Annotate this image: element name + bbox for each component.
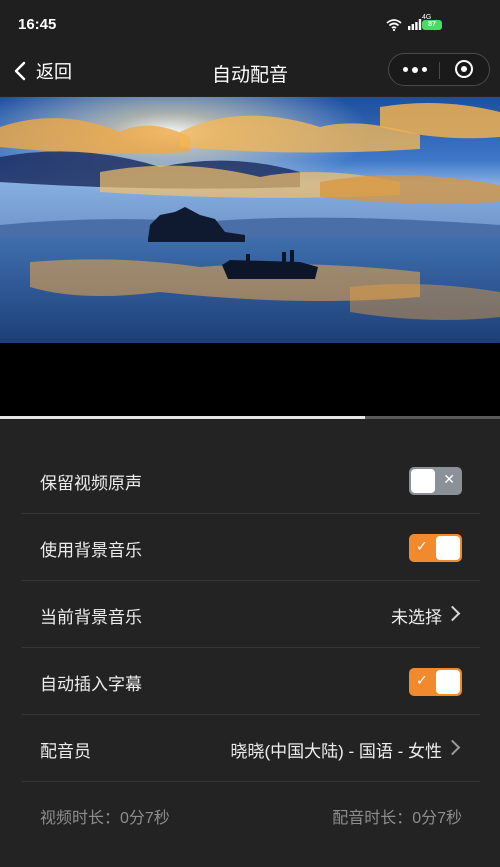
video-duration: 视频时长：0分7秒	[40, 810, 170, 827]
toggle-knob	[436, 670, 460, 694]
keep-original-audio-row: 保留视频原声 ✕	[22, 447, 480, 514]
voice-actor-row[interactable]: 配音员 晓晓(中国大陆) - 国语 - 女性	[22, 715, 480, 782]
mini-program-capsule	[388, 53, 490, 86]
toggle-knob	[411, 469, 435, 493]
dub-duration: 配音时长：0分7秒	[332, 810, 462, 827]
more-button[interactable]	[389, 54, 439, 85]
auto-subtitle-row: 自动插入字幕 ✓	[22, 648, 480, 715]
chevron-right-icon	[444, 605, 461, 622]
settings-list: 保留视频原声 ✕ 使用背景音乐 ✓ 当前背景音乐 未选择 自动插入字幕 ✓ 配音…	[22, 447, 480, 782]
video-frame	[0, 97, 500, 343]
video-progress-bar[interactable]	[0, 416, 500, 419]
close-mini-program-button[interactable]	[440, 54, 489, 85]
status-bar: 16:45 4G 87	[0, 0, 500, 48]
keep-original-audio-label: 保留视频原声	[40, 474, 142, 493]
current-music-row[interactable]: 当前背景音乐 未选择	[22, 581, 480, 648]
target-icon	[455, 60, 473, 78]
battery-icon: 87	[422, 20, 442, 30]
more-dots-icon	[403, 66, 427, 73]
chevron-right-icon	[444, 739, 461, 756]
voice-actor-label: 配音员	[40, 742, 91, 761]
video-player[interactable]	[0, 97, 500, 417]
checkmark-icon: ✓	[416, 672, 428, 688]
wifi-icon	[386, 18, 402, 32]
background-music-row: 使用背景音乐 ✓	[22, 514, 480, 581]
auto-subtitle-toggle[interactable]: ✓	[409, 668, 462, 696]
current-music-value: 未选择	[391, 608, 442, 627]
background-music-label: 使用背景音乐	[40, 541, 142, 560]
toggle-knob	[436, 536, 460, 560]
video-progress-fill	[0, 416, 365, 419]
checkmark-icon: ✓	[416, 538, 428, 554]
current-music-label: 当前背景音乐	[40, 608, 142, 627]
voice-actor-value: 晓晓(中国大陆) - 国语 - 女性	[230, 742, 442, 761]
auto-subtitle-label: 自动插入字幕	[40, 675, 142, 694]
x-icon: ✕	[443, 471, 455, 487]
keep-original-audio-toggle[interactable]: ✕	[409, 467, 462, 495]
background-music-toggle[interactable]: ✓	[409, 534, 462, 562]
status-time: 16:45	[18, 16, 57, 33]
navigation-bar: 返回 自动配音	[0, 48, 500, 96]
